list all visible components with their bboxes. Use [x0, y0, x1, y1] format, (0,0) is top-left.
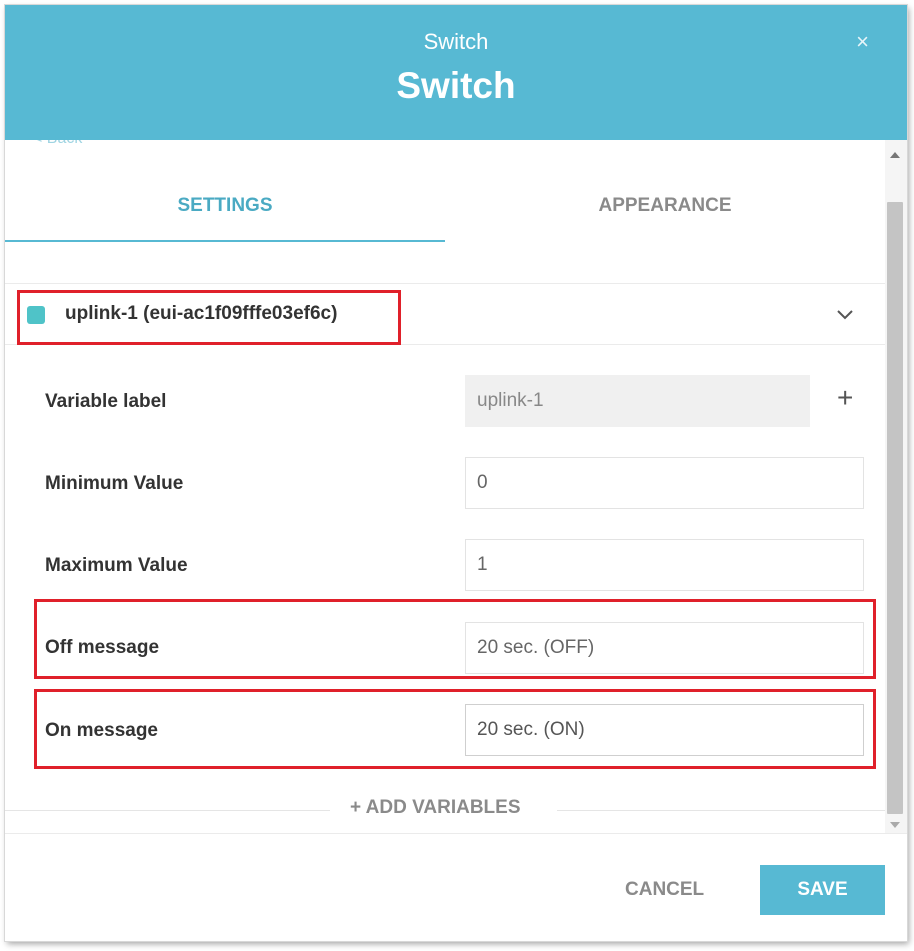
- chevron-down-icon[interactable]: [833, 302, 857, 326]
- dialog-content: < Back SETTINGS APPEARANCE uplink-1 (eui…: [5, 140, 885, 835]
- off-message-input[interactable]: [465, 622, 864, 674]
- content-scrollbar[interactable]: [885, 140, 907, 835]
- plus-icon[interactable]: +: [837, 382, 853, 414]
- back-link[interactable]: < Back: [33, 140, 82, 148]
- scroll-down-arrow-icon[interactable]: [890, 822, 900, 828]
- cancel-button[interactable]: CANCEL: [625, 879, 704, 901]
- variable-name: uplink-1 (eui-ac1f09fffe03ef6c): [65, 303, 338, 324]
- dialog-subtitle: Switch: [423, 29, 489, 54]
- variable-color-swatch: [27, 306, 45, 324]
- close-icon[interactable]: ×: [856, 29, 869, 55]
- variable-selector[interactable]: uplink-1 (eui-ac1f09fffe03ef6c): [5, 283, 885, 345]
- variable-label-input[interactable]: [465, 375, 810, 427]
- minimum-value-input[interactable]: [465, 457, 864, 509]
- on-message-input[interactable]: [465, 704, 864, 756]
- tab-settings[interactable]: SETTINGS: [5, 178, 445, 242]
- divider: [5, 810, 330, 811]
- maximum-value-input[interactable]: [465, 539, 864, 591]
- add-variables-row: + ADD VARIABLES: [5, 797, 885, 820]
- dialog-header: Switch Switch ×: [5, 5, 907, 140]
- minimum-value-label: Minimum Value: [45, 473, 184, 494]
- save-button[interactable]: SAVE: [760, 865, 885, 915]
- off-message-label: Off message: [45, 637, 160, 658]
- scroll-thumb[interactable]: [887, 202, 903, 814]
- scroll-up-arrow-icon[interactable]: [890, 152, 900, 158]
- divider: [557, 810, 885, 811]
- switch-widget-dialog: Switch Switch × < Back SETTINGS APPEARAN…: [5, 5, 907, 941]
- maximum-value-label: Maximum Value: [45, 555, 188, 576]
- tab-appearance[interactable]: APPEARANCE: [445, 178, 885, 242]
- on-message-label: On message: [45, 720, 158, 741]
- dialog-title: Switch: [396, 65, 516, 106]
- add-variables-button[interactable]: + ADD VARIABLES: [350, 797, 521, 819]
- dialog-footer: CANCEL SAVE: [5, 833, 907, 941]
- variable-label-label: Variable label: [45, 391, 167, 412]
- tab-bar: SETTINGS APPEARANCE: [5, 178, 885, 242]
